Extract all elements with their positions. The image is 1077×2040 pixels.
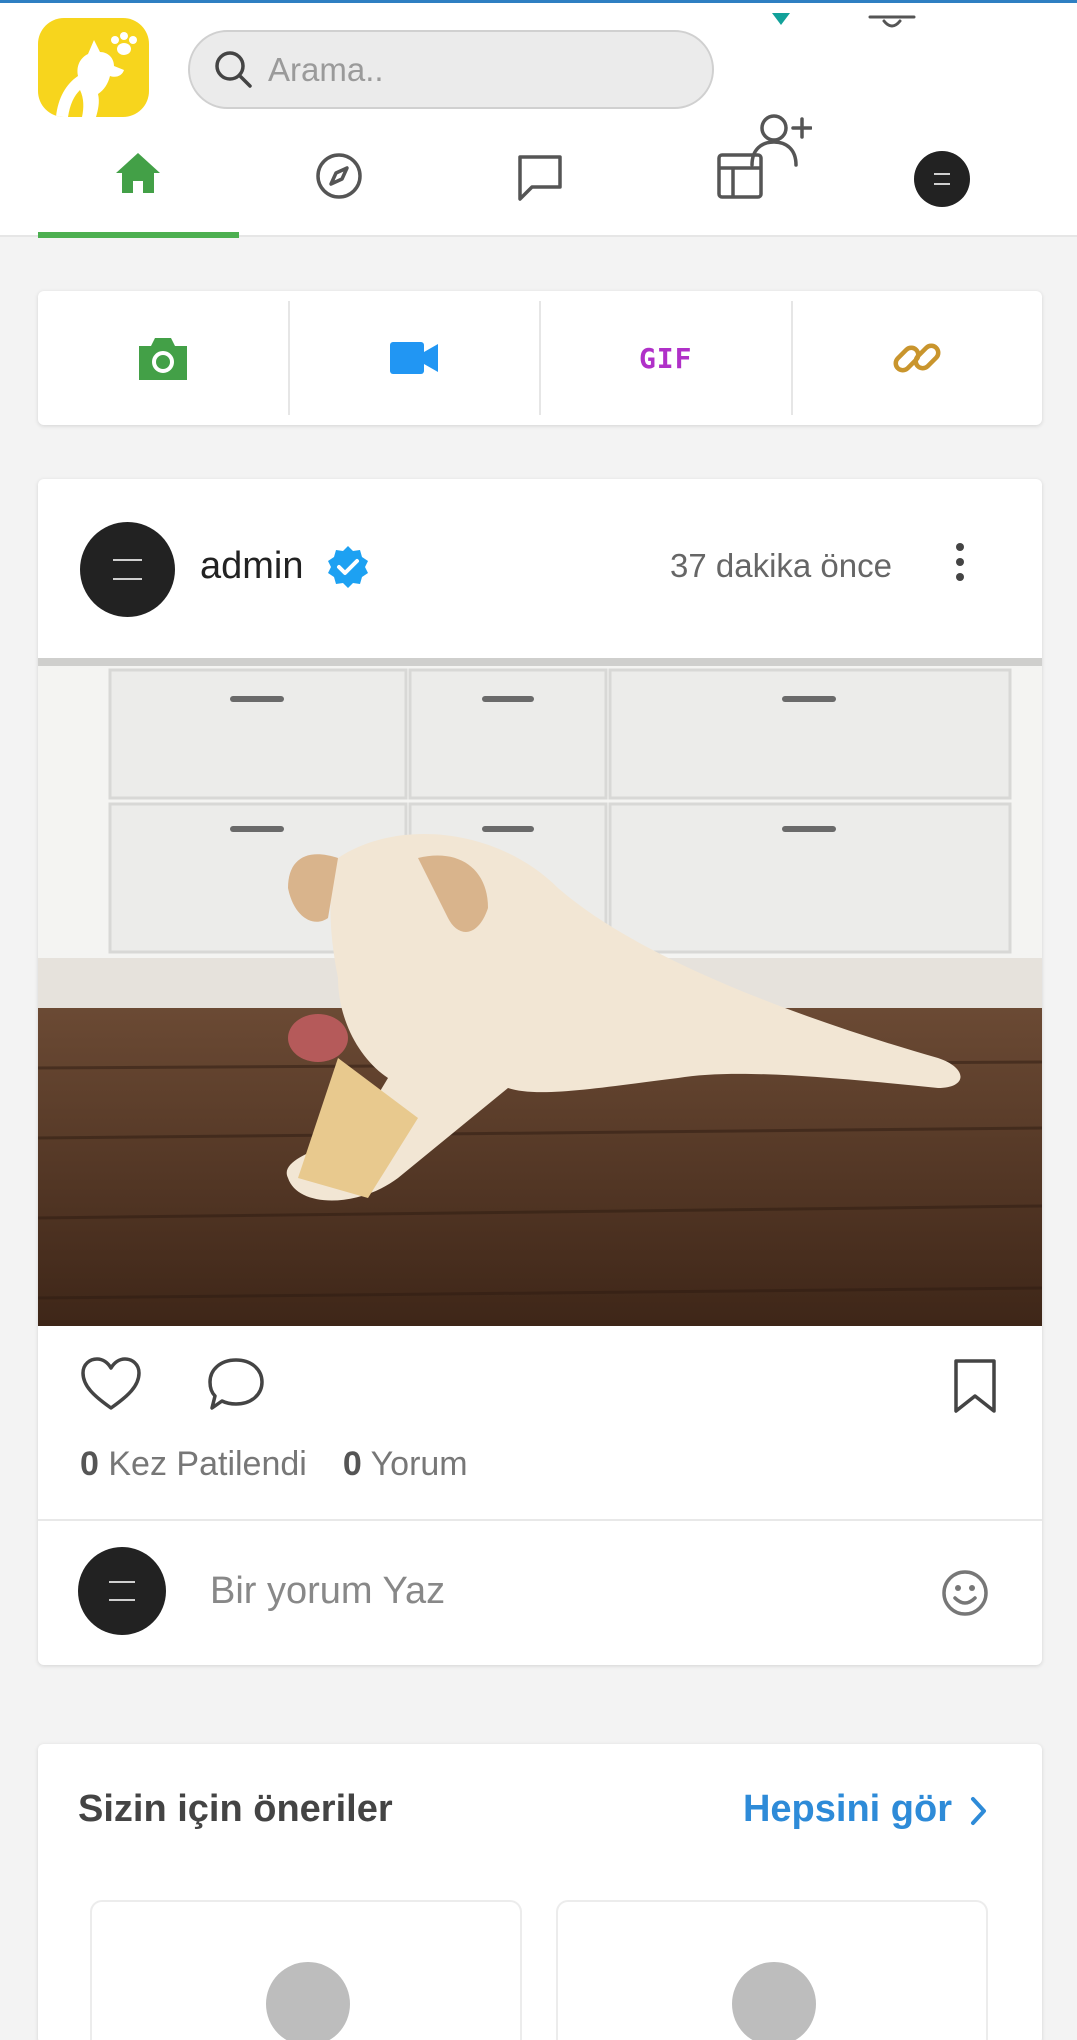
avatar: [266, 1962, 350, 2040]
comment-input[interactable]: [210, 1565, 910, 1617]
search-input[interactable]: [268, 46, 688, 94]
avatar: [914, 151, 970, 207]
like-paw-heart-icon[interactable]: [80, 1356, 142, 1412]
video-camera-icon: [390, 342, 439, 374]
comments-label[interactable]: Yorum: [371, 1445, 468, 1483]
nav-explore[interactable]: [239, 151, 439, 237]
add-video-button[interactable]: [290, 301, 541, 415]
settings-sliders-icon[interactable]: [866, 9, 918, 35]
verified-badge-icon: [328, 546, 368, 588]
post-image[interactable]: [38, 658, 1042, 1326]
post-username[interactable]: admin: [200, 545, 304, 588]
compass-icon: [316, 153, 362, 199]
add-gif-button[interactable]: GIF: [541, 301, 793, 415]
add-link-button[interactable]: [793, 301, 1043, 415]
dog-photo: [38, 658, 1042, 1326]
post-card: admin 37 dakika önce 0 Kez Patilendi 0 Y…: [38, 479, 1042, 1665]
commenter-avatar: [78, 1547, 166, 1635]
chat-bubble-icon: [518, 155, 562, 201]
bookmark-icon[interactable]: [952, 1358, 998, 1414]
comment-icon[interactable]: [206, 1356, 266, 1412]
home-icon: [116, 153, 160, 193]
chevron-right-icon[interactable]: [968, 1794, 990, 1828]
suggestions-title: Sizin için öneriler: [78, 1788, 393, 1830]
suggestion-card[interactable]: [556, 1900, 988, 2040]
add-photo-button[interactable]: [38, 301, 290, 415]
link-icon: [893, 343, 941, 373]
comments-count: 0: [342, 1445, 362, 1483]
notification-icon[interactable]: [770, 9, 792, 29]
nav-profile[interactable]: [842, 151, 1042, 237]
nav-home[interactable]: [38, 151, 238, 237]
avatar: [732, 1962, 816, 2040]
post-stats: 0 Kez Patilendi 0 Yorum: [80, 1445, 468, 1484]
suggestions-card: Sizin için öneriler Hepsini gör: [38, 1744, 1042, 2040]
post-composer-bar: GIF: [38, 291, 1042, 425]
post-options-menu-icon[interactable]: [956, 543, 964, 581]
nav-dashboard[interactable]: [640, 151, 840, 237]
emoji-icon[interactable]: [940, 1568, 990, 1618]
search-box: [188, 30, 714, 109]
app-logo[interactable]: [38, 18, 149, 117]
active-tab-indicator: [38, 232, 239, 238]
search-icon: [215, 51, 252, 88]
see-all-link[interactable]: Hepsini gör: [743, 1788, 952, 1831]
nav-messages[interactable]: [440, 151, 640, 237]
suggestion-card[interactable]: [90, 1900, 522, 2040]
layout-icon: [717, 153, 763, 199]
post-timestamp: 37 dakika önce: [670, 547, 892, 584]
divider: [38, 1519, 1042, 1521]
camera-icon: [138, 338, 187, 380]
likes-label[interactable]: Kez Patilendi: [108, 1445, 306, 1483]
post-author-avatar[interactable]: [80, 522, 175, 617]
dog-cat-logo-icon: [56, 32, 137, 117]
likes-count: 0: [80, 1445, 99, 1483]
gif-label: GIF: [638, 341, 693, 375]
app-header: [0, 3, 1077, 238]
